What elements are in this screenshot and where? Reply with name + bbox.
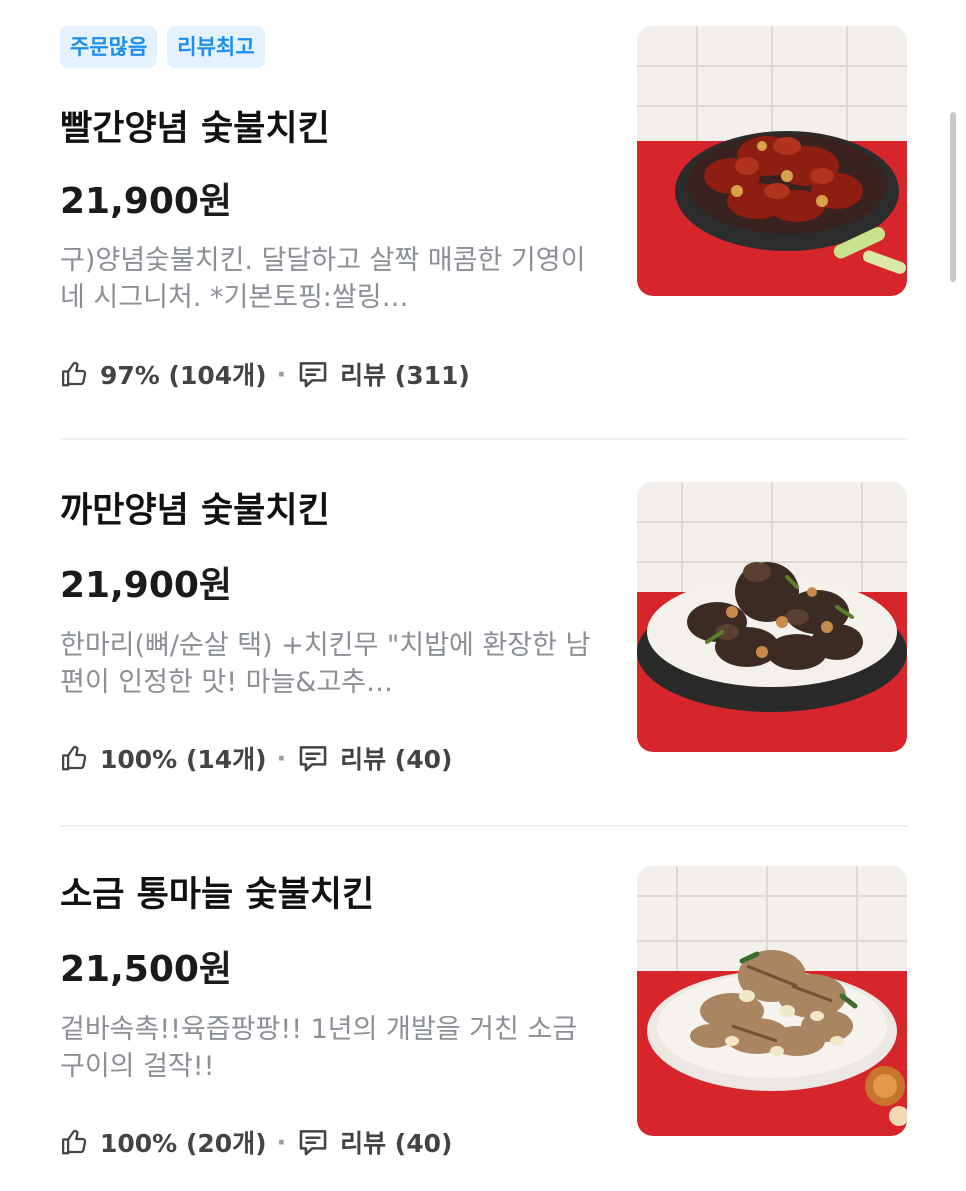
menu-item-black-sauce-chicken[interactable]: 까만양념 숯불치킨 21,900원 한마리(뼈/순살 택) +치킨무 "치밥에 … xyxy=(60,482,908,782)
like-percent-text: 97% (104개) xyxy=(100,361,267,390)
review-bubble-icon xyxy=(296,357,330,391)
meta-separator: · xyxy=(276,1127,287,1157)
review-bubble-icon xyxy=(296,1125,330,1159)
item-price: 21,900원 xyxy=(60,181,233,222)
menu-item-red-sauce-chicken[interactable]: 주문많음 리뷰최고 빨간양념 숯불치킨 21,900원 구)양념숯불치킨. 달달… xyxy=(60,26,908,390)
item-name: 빨간양념 숯불치킨 xyxy=(60,109,330,149)
thumbs-up-icon xyxy=(60,1127,90,1157)
menu-item-salt-garlic-chicken[interactable]: 소금 통마늘 숯불치킨 21,500원 겉바속촉!!육즙팡팡!! 1년의 개발을… xyxy=(60,866,908,1166)
scrollbar[interactable] xyxy=(950,112,956,282)
badge-popular-orders: 주문많음 xyxy=(60,26,158,68)
item-rating-row: 97% (104개) · 리뷰 (311) xyxy=(60,356,470,392)
item-rating-row: 100% (20개) · 리뷰 (40) xyxy=(60,1124,452,1160)
salt-garlic-chicken-photo xyxy=(637,866,907,1136)
item-name: 까만양념 숯불치킨 xyxy=(60,491,330,531)
item-price: 21,500원 xyxy=(60,949,233,990)
badge-group: 주문많음 리뷰최고 xyxy=(60,26,265,68)
like-percent-text: 100% (14개) xyxy=(100,745,267,774)
item-description: 한마리(뼈/순살 택) +치킨무 "치밥에 환장한 남편이 인정한 맛! 마늘&… xyxy=(60,630,591,698)
item-rating-row: 100% (14개) · 리뷰 (40) xyxy=(60,740,452,776)
divider xyxy=(60,438,908,440)
item-price: 21,900원 xyxy=(60,565,233,606)
black-sauce-chicken-photo xyxy=(637,482,907,752)
menu-list: 주문많음 리뷰최고 빨간양념 숯불치킨 21,900원 구)양념숯불치킨. 달달… xyxy=(0,0,966,1191)
item-description: 겉바속촉!!육즙팡팡!! 1년의 개발을 거친 소금구이의 걸작!! xyxy=(60,1014,578,1082)
review-count-text[interactable]: 리뷰 (40) xyxy=(340,740,452,776)
meta-separator: · xyxy=(276,359,287,389)
meta-separator: · xyxy=(276,743,287,773)
like-percent-text: 100% (20개) xyxy=(100,1129,267,1158)
review-bubble-icon xyxy=(296,741,330,775)
item-description: 구)양념숯불치킨. 달달하고 살짝 매콤한 기영이네 시그니처. *기본토핑:쌀… xyxy=(60,245,586,313)
badge-best-reviews: 리뷰최고 xyxy=(167,26,265,68)
red-sauce-chicken-photo xyxy=(637,26,907,296)
thumbs-up-icon xyxy=(60,743,90,773)
thumbs-up-icon xyxy=(60,359,90,389)
item-name: 소금 통마늘 숯불치킨 xyxy=(60,875,375,915)
review-count-text[interactable]: 리뷰 (40) xyxy=(340,1124,452,1160)
review-count-text[interactable]: 리뷰 (311) xyxy=(340,356,470,392)
divider xyxy=(60,825,908,827)
